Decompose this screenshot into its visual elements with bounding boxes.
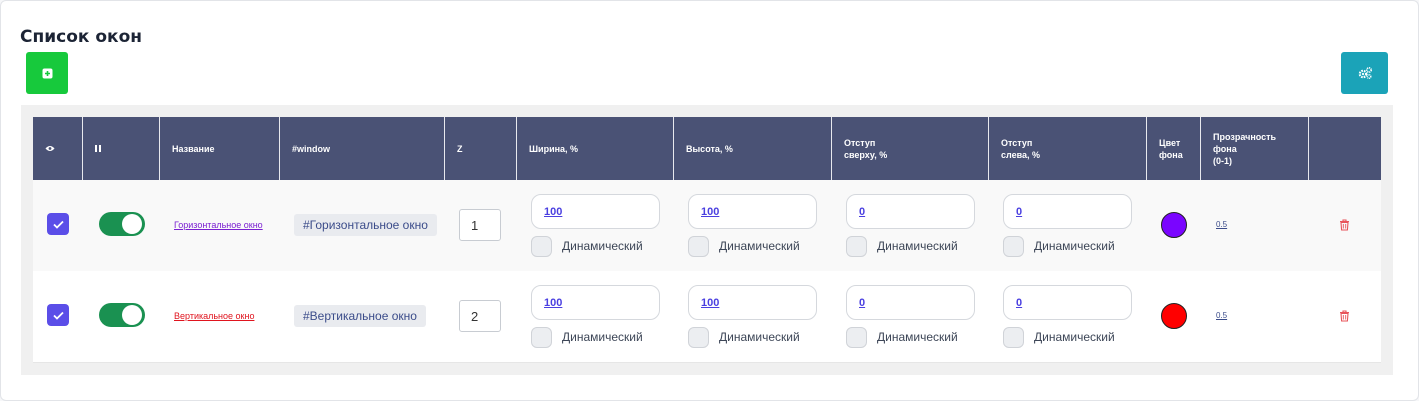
add-window-button[interactable]	[26, 52, 68, 94]
checkbox-box[interactable]	[846, 326, 867, 348]
delete-button[interactable]	[1339, 309, 1350, 327]
checkbox-box[interactable]	[531, 326, 552, 348]
check-icon	[52, 311, 64, 320]
checkbox-box[interactable]	[531, 235, 552, 257]
windows-list-card: Список окон Название #window Z Ширина, %…	[0, 0, 1419, 401]
column-active	[83, 117, 160, 180]
page-title: Список окон	[20, 27, 142, 47]
column-name: Название	[160, 117, 280, 180]
windows-table: Название #window Z Ширина, % Высота, % О…	[21, 105, 1393, 375]
visibility-checkbox[interactable]	[47, 304, 69, 326]
opacity-value[interactable]: 0.5	[1216, 220, 1227, 229]
dynamic-label: Динамический	[1034, 239, 1115, 253]
window-name-link[interactable]: Вертикальное окно	[174, 311, 254, 321]
table-row: Вертикальное окно #Вертикальное окно 2 1…	[33, 271, 1381, 363]
visibility-checkbox[interactable]	[47, 213, 69, 235]
column-left-offset: Отступ слева, %	[989, 117, 1147, 180]
width-dynamic-checkbox[interactable]: Динамический	[531, 235, 643, 257]
bg-color-swatch[interactable]	[1161, 212, 1187, 238]
plus-square-icon	[42, 68, 52, 78]
window-name-link[interactable]: Горизонтальное окно	[174, 220, 263, 230]
column-bg-color: Цвет фона	[1147, 117, 1201, 180]
left-dynamic-checkbox[interactable]: Динамический	[1003, 235, 1115, 257]
z-index-input[interactable]: 1	[459, 209, 501, 241]
dynamic-label: Динамический	[719, 239, 800, 253]
eye-icon	[45, 146, 55, 151]
width-dynamic-checkbox[interactable]: Динамический	[531, 326, 643, 348]
column-z: Z	[445, 117, 517, 180]
height-dynamic-checkbox[interactable]: Динамический	[688, 326, 800, 348]
settings-button[interactable]	[1341, 52, 1388, 94]
column-actions	[1309, 117, 1381, 180]
column-bg-opacity: Прозрачность фона (0-1)	[1201, 117, 1309, 180]
top-offset-input[interactable]: 0	[846, 194, 975, 229]
checkbox-box[interactable]	[688, 235, 709, 257]
left-offset-input[interactable]: 0	[1003, 285, 1132, 320]
height-dynamic-checkbox[interactable]: Динамический	[688, 235, 800, 257]
column-window: #window	[280, 117, 445, 180]
opacity-value[interactable]: 0.5	[1216, 311, 1227, 320]
table-row: Горизонтальное окно #Горизонтальное окно…	[33, 180, 1381, 271]
top-dynamic-checkbox[interactable]: Динамический	[846, 326, 958, 348]
column-width: Ширина, %	[517, 117, 674, 180]
checkbox-box[interactable]	[1003, 235, 1024, 257]
column-height: Высота, %	[674, 117, 832, 180]
height-input[interactable]: 100	[688, 194, 817, 229]
dynamic-label: Динамический	[562, 239, 643, 253]
dynamic-label: Динамический	[1034, 330, 1115, 344]
checkbox-box[interactable]	[846, 235, 867, 257]
dynamic-label: Динамический	[562, 330, 643, 344]
window-id-tag: #Вертикальное окно	[294, 305, 426, 327]
top-offset-input[interactable]: 0	[846, 285, 975, 320]
width-input[interactable]: 100	[531, 285, 660, 320]
table-header: Название #window Z Ширина, % Высота, % О…	[33, 117, 1381, 180]
top-dynamic-checkbox[interactable]: Динамический	[846, 235, 958, 257]
window-id-tag: #Горизонтальное окно	[294, 214, 437, 236]
pause-icon	[95, 145, 101, 152]
active-toggle[interactable]	[99, 303, 145, 327]
bg-color-swatch[interactable]	[1161, 303, 1187, 329]
left-dynamic-checkbox[interactable]: Динамический	[1003, 326, 1115, 348]
left-offset-input[interactable]: 0	[1003, 194, 1132, 229]
height-input[interactable]: 100	[688, 285, 817, 320]
dynamic-label: Динамический	[719, 330, 800, 344]
checkbox-box[interactable]	[688, 326, 709, 348]
dynamic-label: Динамический	[877, 330, 958, 344]
column-top-offset: Отступ сверху, %	[832, 117, 989, 180]
z-index-input[interactable]: 2	[459, 300, 501, 332]
column-visibility	[33, 117, 83, 180]
width-input[interactable]: 100	[531, 194, 660, 229]
dynamic-label: Динамический	[877, 239, 958, 253]
trash-icon	[1340, 310, 1349, 322]
delete-button[interactable]	[1339, 218, 1350, 236]
active-toggle[interactable]	[99, 212, 145, 236]
gears-icon	[1358, 66, 1372, 79]
checkbox-box[interactable]	[1003, 326, 1024, 348]
trash-icon	[1340, 219, 1349, 231]
check-icon	[52, 220, 64, 229]
